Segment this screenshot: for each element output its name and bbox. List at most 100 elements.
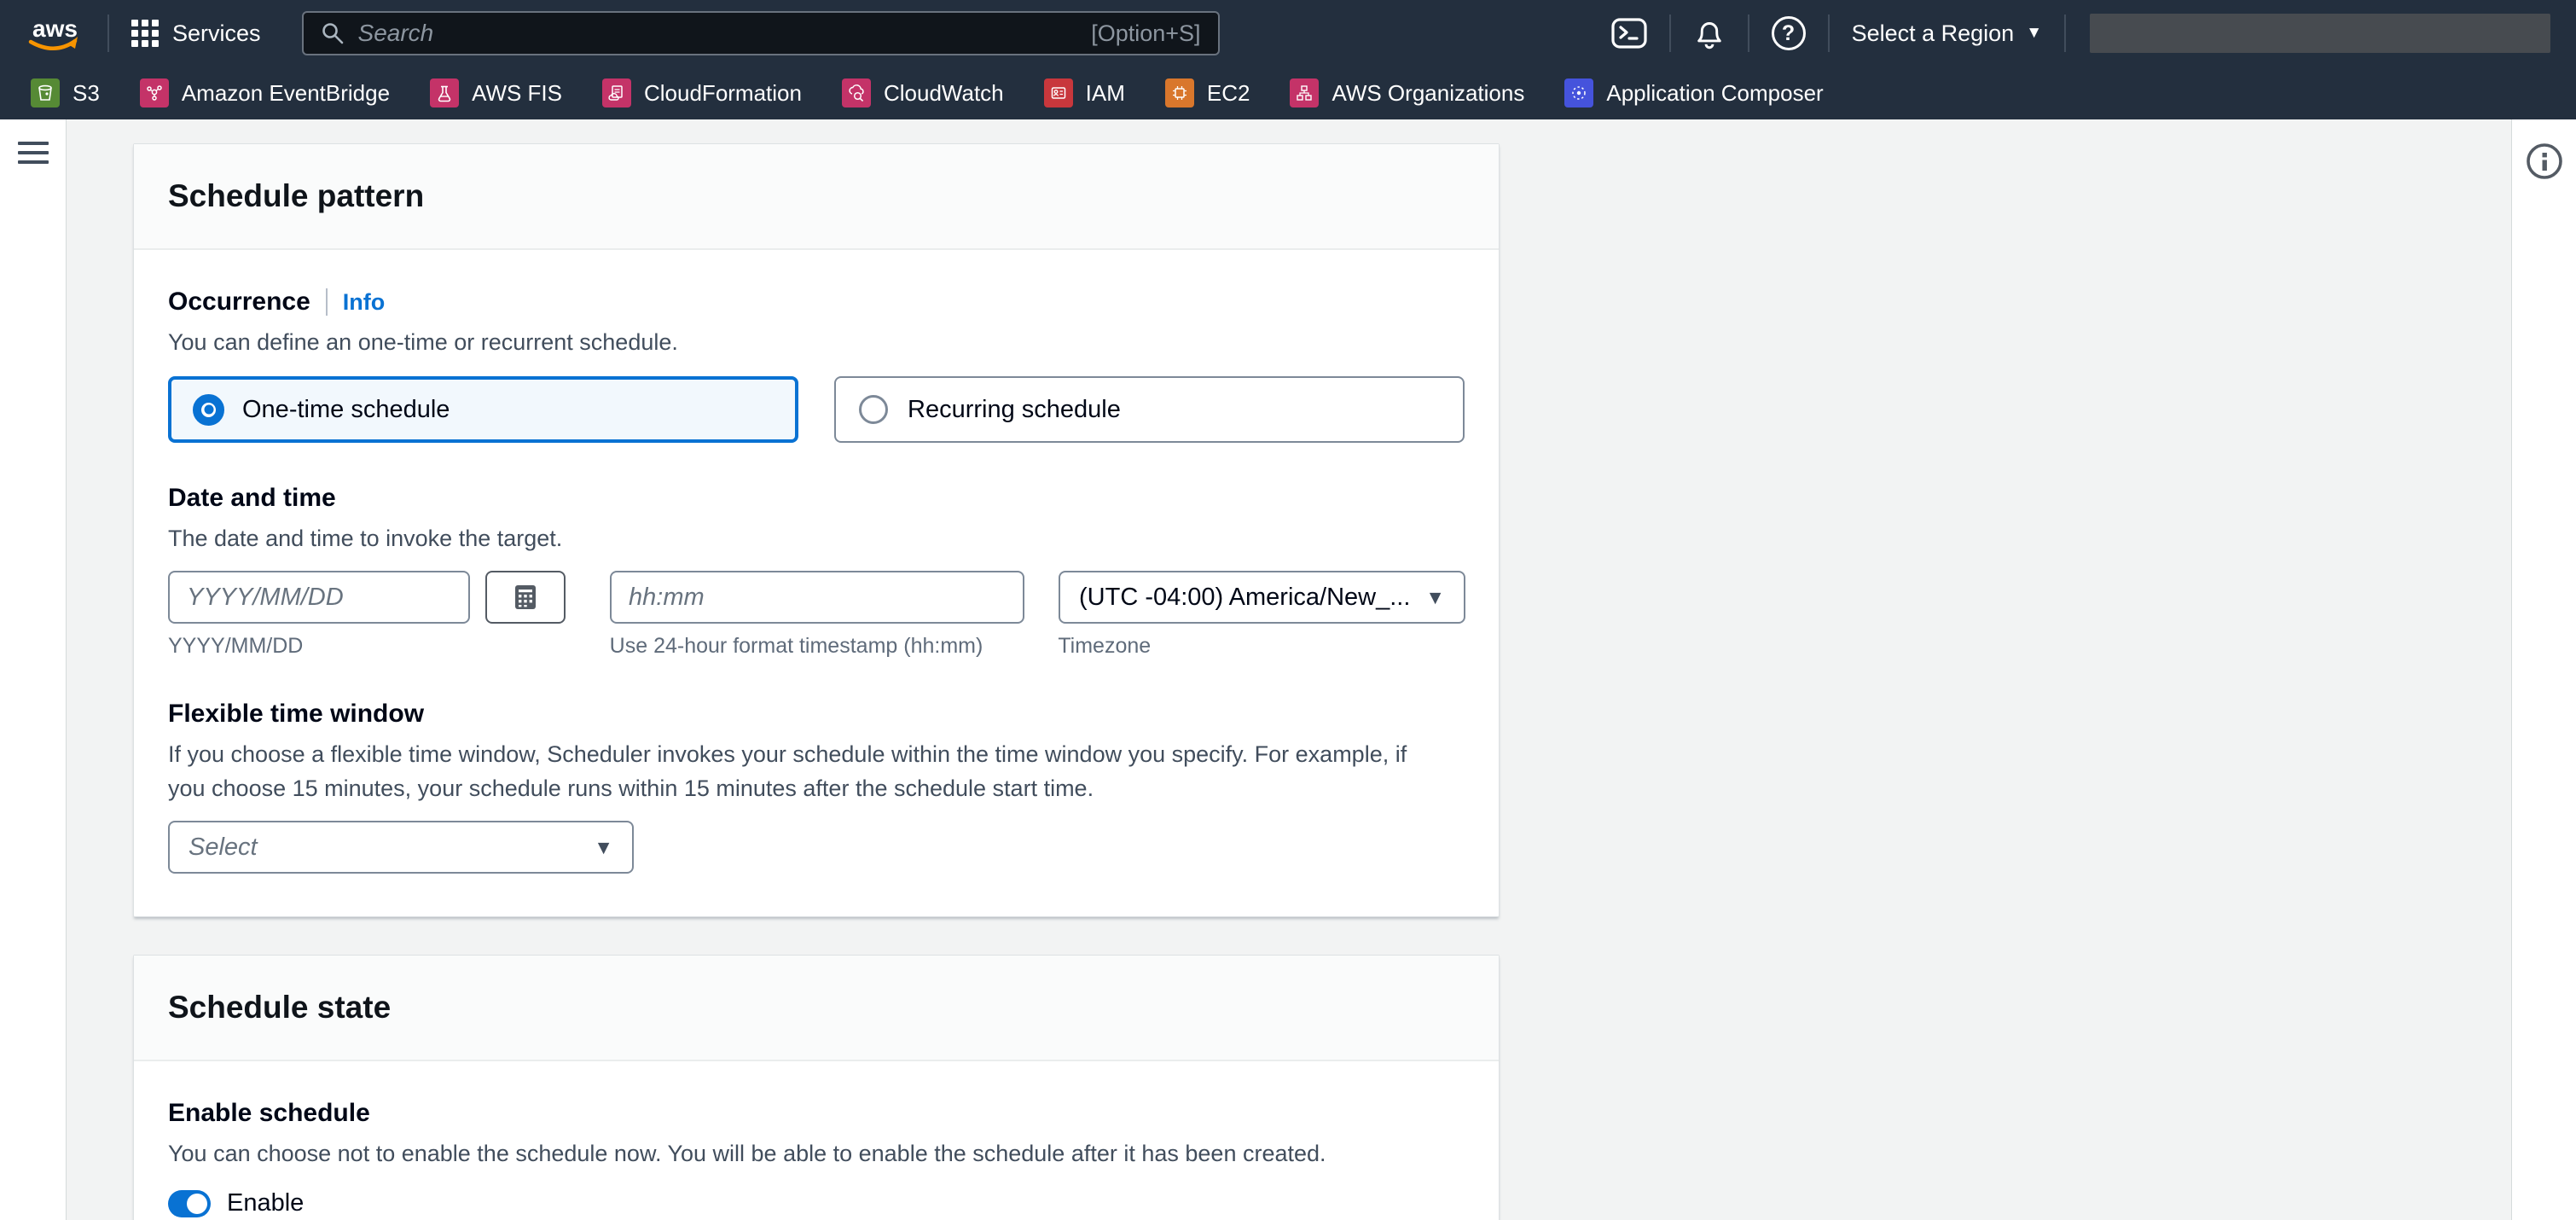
- schedule-state-body: Enable schedule You can choose not to en…: [134, 1061, 1499, 1220]
- date-format-hint: YYYY/MM/DD: [168, 634, 566, 659]
- favorites-bar-item[interactable]: IAM: [1044, 78, 1125, 107]
- nav-divider: [1748, 15, 1749, 52]
- occurrence-info-link[interactable]: Info: [343, 289, 385, 316]
- calendar-picker-button[interactable]: [485, 571, 566, 624]
- favorites-bar-item[interactable]: EC2: [1165, 78, 1250, 107]
- cloudwatch-icon: [842, 78, 871, 107]
- occurrence-description: You can define an one-time or recurrent …: [168, 325, 1448, 359]
- flexible-time-window-description: If you choose a flexible time window, Sc…: [168, 737, 1448, 805]
- side-navigation-collapsed: [0, 119, 67, 1220]
- services-menu-button[interactable]: Services: [131, 20, 261, 47]
- timezone-value: (UTC -04:00) America/New_...: [1079, 584, 1410, 612]
- hamburger-icon: [18, 142, 49, 145]
- search-icon: [321, 21, 345, 45]
- favorites-bar-item[interactable]: Amazon EventBridge: [140, 78, 390, 107]
- cloudshell-terminal-icon: [1611, 18, 1647, 49]
- favorites-bar-item[interactable]: S3: [31, 78, 100, 107]
- cloudformation-icon: [602, 78, 631, 107]
- top-navigation-bar: aws Services [Option+S]: [0, 0, 2576, 67]
- cloudshell-terminal-button[interactable]: [1611, 18, 1647, 49]
- favorites-bar-item-label: AWS FIS: [472, 80, 562, 107]
- help-button[interactable]: ?: [1772, 16, 1806, 50]
- eventbridge-icon: [140, 78, 169, 107]
- enable-toggle-label: Enable: [227, 1189, 304, 1217]
- favorites-bar-item-label: EC2: [1207, 80, 1250, 107]
- favorites-bar-item-label: S3: [73, 80, 100, 107]
- recurring-schedule-radio-tile[interactable]: Recurring schedule: [834, 376, 1465, 443]
- favorites-bar-item-label: Application Composer: [1606, 80, 1823, 107]
- s3-icon: [31, 78, 60, 107]
- timezone-select[interactable]: (UTC -04:00) America/New_... ▼: [1059, 571, 1465, 624]
- favorites-bar-item-label: IAM: [1086, 80, 1125, 107]
- enable-schedule-label: Enable schedule: [168, 1099, 1465, 1128]
- schedule-state-title: Schedule state: [168, 990, 1465, 1025]
- nav-divider: [1669, 15, 1671, 52]
- flexible-select-placeholder: Select: [189, 834, 258, 862]
- search-shortcut-hint: [Option+S]: [1091, 20, 1200, 47]
- schedule-pattern-body: Occurrence Info You can define an one-ti…: [134, 250, 1499, 916]
- global-search[interactable]: [Option+S]: [302, 11, 1220, 55]
- region-label: Select a Region: [1852, 20, 2015, 47]
- label-divider: [326, 288, 328, 316]
- date-time-description: The date and time to invoke the target.: [168, 521, 1448, 555]
- organizations-icon: [1290, 78, 1319, 107]
- search-input[interactable]: [358, 20, 1078, 47]
- time-format-hint: Use 24-hour format timestamp (hh:mm): [610, 634, 1024, 659]
- flexible-time-window-select[interactable]: Select ▼: [168, 821, 634, 874]
- fis-icon: [430, 78, 459, 107]
- date-time-label: Date and time: [168, 484, 1465, 513]
- date-time-field: Date and time The date and time to invok…: [168, 484, 1465, 659]
- schedule-state-header: Schedule state: [134, 956, 1499, 1061]
- favorites-bar-item-label: CloudWatch: [884, 80, 1004, 107]
- flexible-time-window-label: Flexible time window: [168, 700, 1465, 729]
- ec2-icon: [1165, 78, 1194, 107]
- notifications-button[interactable]: [1693, 17, 1726, 49]
- toggle-knob: [187, 1194, 207, 1214]
- occurrence-field: Occurrence Info You can define an one-ti…: [168, 288, 1465, 443]
- flexible-time-window-field: Flexible time window If you choose a fle…: [168, 700, 1465, 874]
- application-composer-icon: [1564, 78, 1593, 107]
- nav-divider: [1828, 15, 1830, 52]
- favorites-bar-item[interactable]: Application Composer: [1564, 78, 1823, 107]
- calendar-icon: [511, 583, 540, 612]
- favorites-bar-item[interactable]: AWS FIS: [430, 78, 562, 107]
- iam-icon: [1044, 78, 1073, 107]
- services-label: Services: [172, 20, 261, 47]
- schedule-pattern-header: Schedule pattern: [134, 144, 1499, 250]
- favorites-bar-item[interactable]: CloudWatch: [842, 78, 1004, 107]
- one-time-schedule-radio-tile[interactable]: One-time schedule: [168, 376, 798, 443]
- favorites-bar-item[interactable]: CloudFormation: [602, 78, 802, 107]
- region-selector[interactable]: Select a Region ▼: [1852, 20, 2042, 47]
- favorites-bar-item-label: Amazon EventBridge: [182, 80, 390, 107]
- nav-divider: [2064, 15, 2066, 52]
- date-input[interactable]: [168, 571, 470, 624]
- info-panel-button[interactable]: [2525, 142, 2564, 185]
- chevron-down-icon: ▼: [2026, 24, 2042, 43]
- chevron-down-icon: ▼: [594, 836, 613, 859]
- occurrence-label: Occurrence: [168, 288, 310, 317]
- content-area: Schedule pattern Occurrence Info You can…: [0, 119, 2576, 1220]
- favorites-bar-item[interactable]: AWS Organizations: [1290, 78, 1524, 107]
- svg-text:aws: aws: [32, 15, 78, 42]
- main-panel: Schedule pattern Occurrence Info You can…: [67, 119, 2511, 1220]
- enable-schedule-toggle[interactable]: [168, 1190, 211, 1217]
- radio-unselected-icon: [859, 395, 888, 424]
- services-grid-icon: [131, 20, 159, 47]
- schedule-state-card: Schedule state Enable schedule You can c…: [133, 955, 1500, 1220]
- schedule-pattern-card: Schedule pattern Occurrence Info You can…: [133, 143, 1500, 917]
- favorites-bar-item-label: AWS Organizations: [1332, 80, 1524, 107]
- help-icon: ?: [1782, 21, 1795, 46]
- help-panel-collapsed: [2511, 119, 2576, 1220]
- side-nav-toggle-button[interactable]: [18, 142, 49, 164]
- chevron-down-icon: ▼: [1425, 586, 1445, 609]
- favorites-bar: S3 Amazon EventBridge AWS FIS CloudForma…: [0, 67, 2576, 119]
- schedule-pattern-title: Schedule pattern: [168, 178, 1465, 214]
- time-input[interactable]: [610, 571, 1024, 624]
- radio-selected-icon: [193, 394, 224, 426]
- aws-logo-icon[interactable]: aws: [24, 13, 85, 54]
- nav-right-controls: ? Select a Region ▼: [1611, 14, 2550, 53]
- timezone-hint: Timezone: [1058, 634, 1465, 659]
- enable-schedule-description: You can choose not to enable the schedul…: [168, 1136, 1448, 1171]
- account-menu-redacted[interactable]: [2090, 14, 2550, 53]
- favorites-bar-item-label: CloudFormation: [644, 80, 802, 107]
